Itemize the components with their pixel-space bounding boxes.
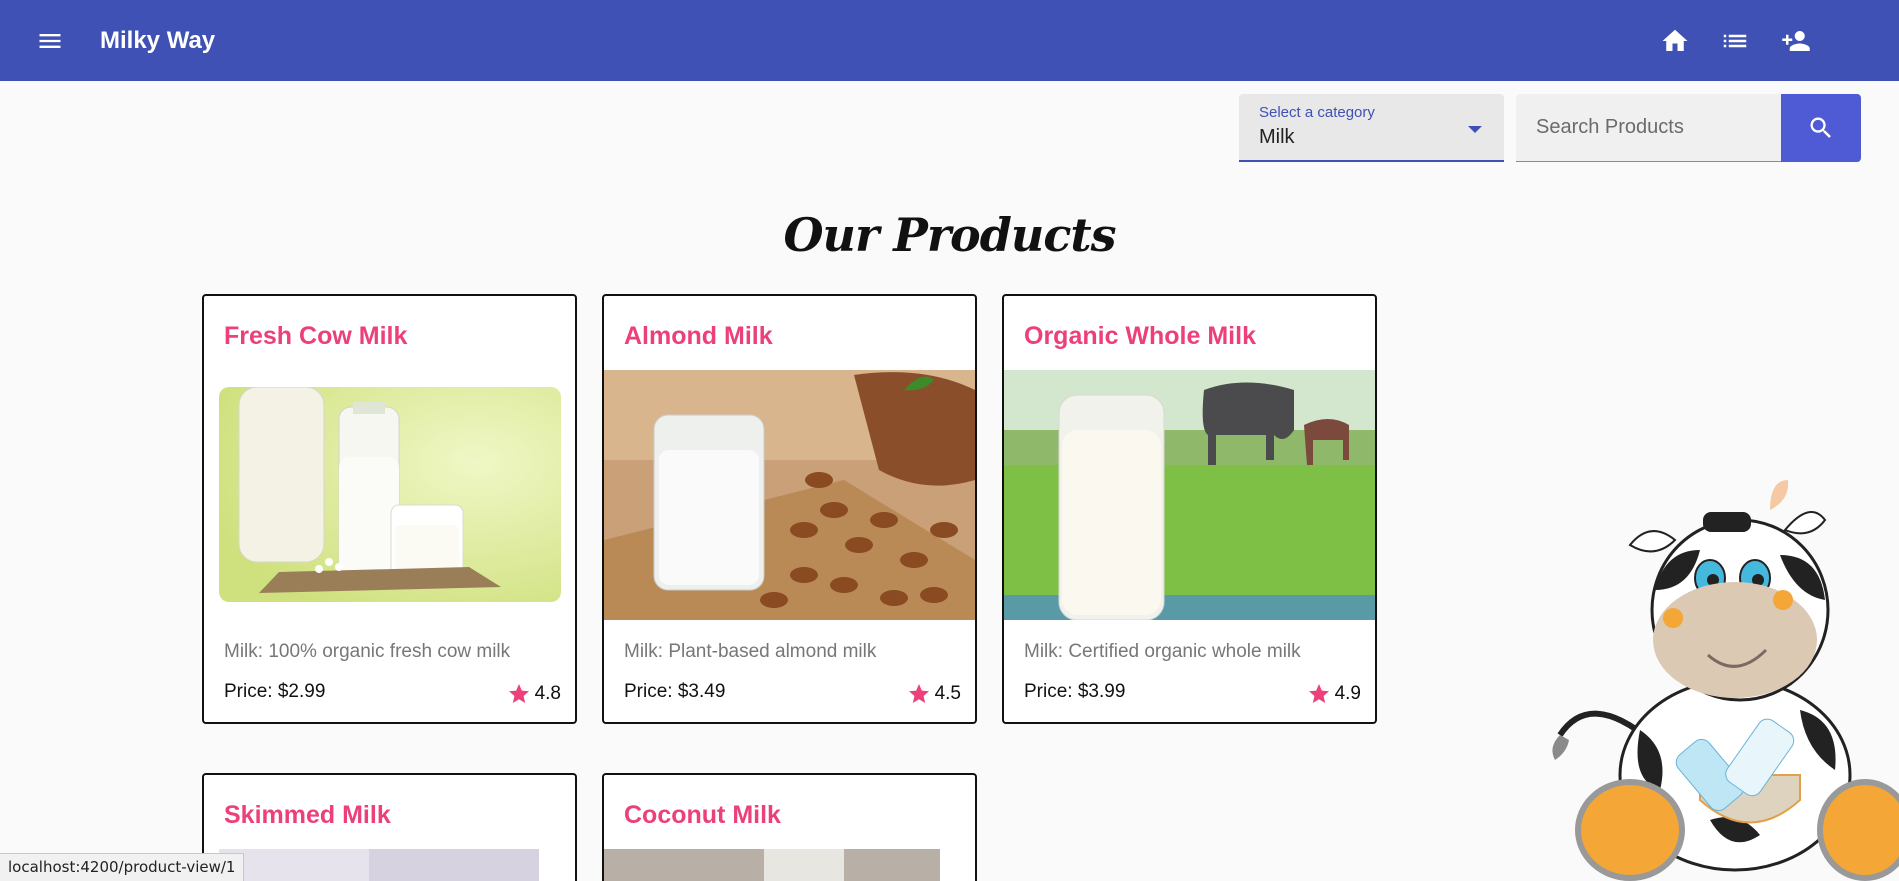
page-title: Our Products bbox=[783, 208, 1116, 262]
chevron-down-icon bbox=[1468, 126, 1482, 133]
product-card[interactable]: Organic Whole Milk Milk: Certified organ… bbox=[1002, 294, 1377, 724]
product-card[interactable]: Skimmed Milk bbox=[202, 773, 577, 881]
person-add-icon[interactable] bbox=[1780, 26, 1810, 56]
top-toolbar: Milky Way bbox=[0, 0, 1899, 81]
product-rating: 4.8 bbox=[507, 682, 561, 706]
list-icon[interactable] bbox=[1720, 26, 1750, 56]
product-title: Almond Milk bbox=[624, 322, 773, 350]
product-rating: 4.9 bbox=[1307, 682, 1361, 706]
product-card[interactable]: Almond Milk Milk: Plant-based almond mil… bbox=[602, 294, 977, 724]
star-icon bbox=[1308, 684, 1329, 703]
product-image bbox=[219, 849, 539, 881]
rating-value: 4.5 bbox=[934, 683, 961, 704]
product-card[interactable]: Fresh Cow Milk Milk: 100% organic fresh … bbox=[202, 294, 577, 724]
app-title[interactable]: Milky Way bbox=[100, 27, 215, 55]
search-field bbox=[1516, 94, 1781, 162]
category-select-value: Milk bbox=[1259, 126, 1295, 148]
product-rating: 4.5 bbox=[907, 682, 961, 706]
cow-mascot-image bbox=[1540, 470, 1899, 881]
home-icon[interactable] bbox=[1660, 26, 1690, 56]
star-icon bbox=[508, 684, 529, 703]
search-button[interactable] bbox=[1781, 94, 1861, 162]
product-description: Milk: Certified organic whole milk bbox=[1024, 641, 1301, 662]
product-title: Coconut Milk bbox=[624, 801, 781, 829]
search-input[interactable] bbox=[1516, 94, 1781, 161]
rating-value: 4.8 bbox=[534, 683, 561, 704]
search-icon bbox=[1810, 117, 1831, 138]
menu-icon[interactable] bbox=[36, 27, 64, 55]
product-price: Price: $3.49 bbox=[624, 681, 726, 702]
category-select-label: Select a category bbox=[1259, 104, 1375, 121]
product-image bbox=[1004, 370, 1375, 620]
category-select[interactable]: Select a category Milk bbox=[1239, 94, 1504, 162]
product-description: Milk: Plant-based almond milk bbox=[624, 641, 877, 662]
rating-value: 4.9 bbox=[1334, 683, 1361, 704]
product-title: Organic Whole Milk bbox=[1024, 322, 1256, 350]
product-price: Price: $3.99 bbox=[1024, 681, 1126, 702]
star-icon bbox=[908, 684, 929, 703]
product-card[interactable]: Coconut Milk bbox=[602, 773, 977, 881]
product-image bbox=[604, 370, 975, 620]
product-description: Milk: 100% organic fresh cow milk bbox=[224, 641, 511, 662]
product-price: Price: $2.99 bbox=[224, 681, 326, 702]
product-image bbox=[604, 849, 940, 881]
status-url-bar: localhost:4200/product-view/1 bbox=[0, 853, 245, 881]
product-title: Fresh Cow Milk bbox=[224, 322, 408, 350]
product-image bbox=[219, 387, 561, 602]
product-title: Skimmed Milk bbox=[224, 801, 391, 829]
